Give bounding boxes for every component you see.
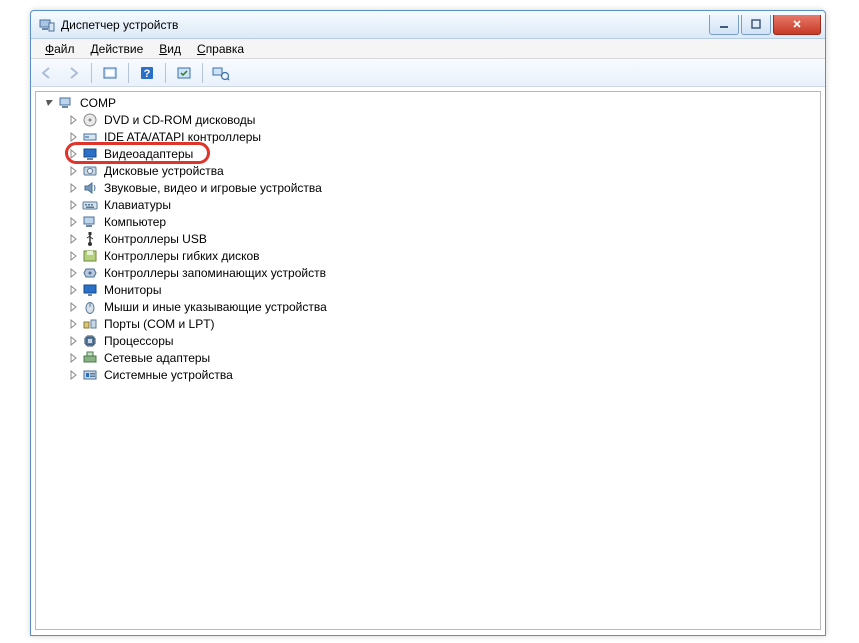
minimize-button[interactable]: [709, 15, 739, 35]
monitor-icon: [82, 282, 98, 298]
tree-item[interactable]: Видеоадаптеры: [40, 145, 816, 162]
tree-item-label: Мониторы: [102, 283, 163, 297]
close-button[interactable]: [773, 15, 821, 35]
toolbar-separator: [128, 63, 129, 83]
tree-item-label: Видеоадаптеры: [102, 147, 195, 161]
menu-file[interactable]: Файл: [37, 40, 83, 58]
menu-view[interactable]: Вид: [151, 40, 189, 58]
window-title: Диспетчер устройств: [61, 18, 707, 32]
tree-item-label: IDE ATA/ATAPI контроллеры: [102, 130, 263, 144]
floppyctrl-icon: [82, 248, 98, 264]
computer-icon: [82, 214, 98, 230]
expand-collapse-icon[interactable]: [68, 318, 80, 330]
expand-collapse-icon[interactable]: [68, 301, 80, 313]
expand-collapse-icon[interactable]: [68, 182, 80, 194]
menubar: Файл Действие Вид Справка: [31, 39, 825, 59]
tree-item[interactable]: Контроллеры гибких дисков: [40, 247, 816, 264]
toolbar: ?: [31, 59, 825, 87]
cdrom-icon: [82, 112, 98, 128]
expand-collapse-icon[interactable]: [68, 267, 80, 279]
expand-collapse-icon[interactable]: [68, 369, 80, 381]
titlebar[interactable]: Диспетчер устройств: [31, 11, 825, 39]
keyboard-icon: [82, 197, 98, 213]
tree-item[interactable]: Сетевые адаптеры: [40, 349, 816, 366]
tree-item-label: Контроллеры USB: [102, 232, 209, 246]
ports-icon: [82, 316, 98, 332]
tree-item-label: Контроллеры запоминающих устройств: [102, 266, 328, 280]
expand-collapse-icon[interactable]: [68, 148, 80, 160]
expand-collapse-icon[interactable]: [68, 114, 80, 126]
tree-item-label: Порты (COM и LPT): [102, 317, 217, 331]
tree-root-label: COMP: [78, 96, 118, 110]
display-icon: [82, 146, 98, 162]
tree-item[interactable]: Процессоры: [40, 332, 816, 349]
cpu-icon: [82, 333, 98, 349]
toolbar-separator: [91, 63, 92, 83]
tree-item-label: Контроллеры гибких дисков: [102, 249, 262, 263]
tree-item[interactable]: Контроллеры USB: [40, 230, 816, 247]
toolbar-show-hidden-button[interactable]: [98, 62, 122, 84]
expand-collapse-icon[interactable]: [68, 165, 80, 177]
network-icon: [82, 350, 98, 366]
tree-item[interactable]: Звуковые, видео и игровые устройства: [40, 179, 816, 196]
svg-text:?: ?: [144, 68, 151, 80]
device-tree-panel[interactable]: COMP DVD и CD-ROM дисководы IDE ATA/ATAPI …: [35, 91, 821, 630]
expand-collapse-icon[interactable]: [68, 233, 80, 245]
computer-icon: [58, 95, 74, 111]
tree-item-label: Дисковые устройства: [102, 164, 226, 178]
tree-item[interactable]: Системные устройства: [40, 366, 816, 383]
expand-collapse-icon[interactable]: [68, 352, 80, 364]
toolbar-separator: [165, 63, 166, 83]
tree-item[interactable]: Компьютер: [40, 213, 816, 230]
tree-item-label: Системные устройства: [102, 368, 235, 382]
tree-root[interactable]: COMP: [40, 94, 816, 111]
tree-item[interactable]: Порты (COM и LPT): [40, 315, 816, 332]
tree-item-label: Звуковые, видео и игровые устройства: [102, 181, 324, 195]
app-icon: [39, 17, 55, 33]
tree-item-label: Клавиатуры: [102, 198, 173, 212]
tree-item[interactable]: DVD и CD-ROM дисководы: [40, 111, 816, 128]
toolbar-help-button[interactable]: ?: [135, 62, 159, 84]
tree-item-label: Процессоры: [102, 334, 176, 348]
expand-collapse-icon[interactable]: [68, 335, 80, 347]
tree-item[interactable]: Клавиатуры: [40, 196, 816, 213]
menu-help[interactable]: Справка: [189, 40, 252, 58]
tree-item-label: Сетевые адаптеры: [102, 351, 212, 365]
disk-icon: [82, 163, 98, 179]
tree-item-label: Компьютер: [102, 215, 168, 229]
tree-item[interactable]: Дисковые устройства: [40, 162, 816, 179]
tree-item-label: Мыши и иные указывающие устройства: [102, 300, 329, 314]
ide-icon: [82, 129, 98, 145]
expand-collapse-icon[interactable]: [68, 199, 80, 211]
maximize-button[interactable]: [741, 15, 771, 35]
expand-collapse-icon[interactable]: [68, 131, 80, 143]
toolbar-refresh-button[interactable]: [172, 62, 196, 84]
expand-collapse-icon[interactable]: [44, 97, 56, 109]
expand-collapse-icon[interactable]: [68, 216, 80, 228]
tree-item[interactable]: Контроллеры запоминающих устройств: [40, 264, 816, 281]
expand-collapse-icon[interactable]: [68, 250, 80, 262]
storage-icon: [82, 265, 98, 281]
tree-item[interactable]: Мониторы: [40, 281, 816, 298]
sound-icon: [82, 180, 98, 196]
toolbar-scan-button[interactable]: [209, 62, 233, 84]
menu-action[interactable]: Действие: [83, 40, 152, 58]
tree-item[interactable]: IDE ATA/ATAPI контроллеры: [40, 128, 816, 145]
toolbar-separator: [202, 63, 203, 83]
mouse-icon: [82, 299, 98, 315]
toolbar-forward-button[interactable]: [61, 62, 85, 84]
system-icon: [82, 367, 98, 383]
toolbar-back-button[interactable]: [35, 62, 59, 84]
tree-item[interactable]: Мыши и иные указывающие устройства: [40, 298, 816, 315]
device-manager-window: Диспетчер устройств Файл Действие Вид Сп…: [30, 10, 826, 636]
tree-item-label: DVD и CD-ROM дисководы: [102, 113, 257, 127]
usb-icon: [82, 231, 98, 247]
expand-collapse-icon[interactable]: [68, 284, 80, 296]
